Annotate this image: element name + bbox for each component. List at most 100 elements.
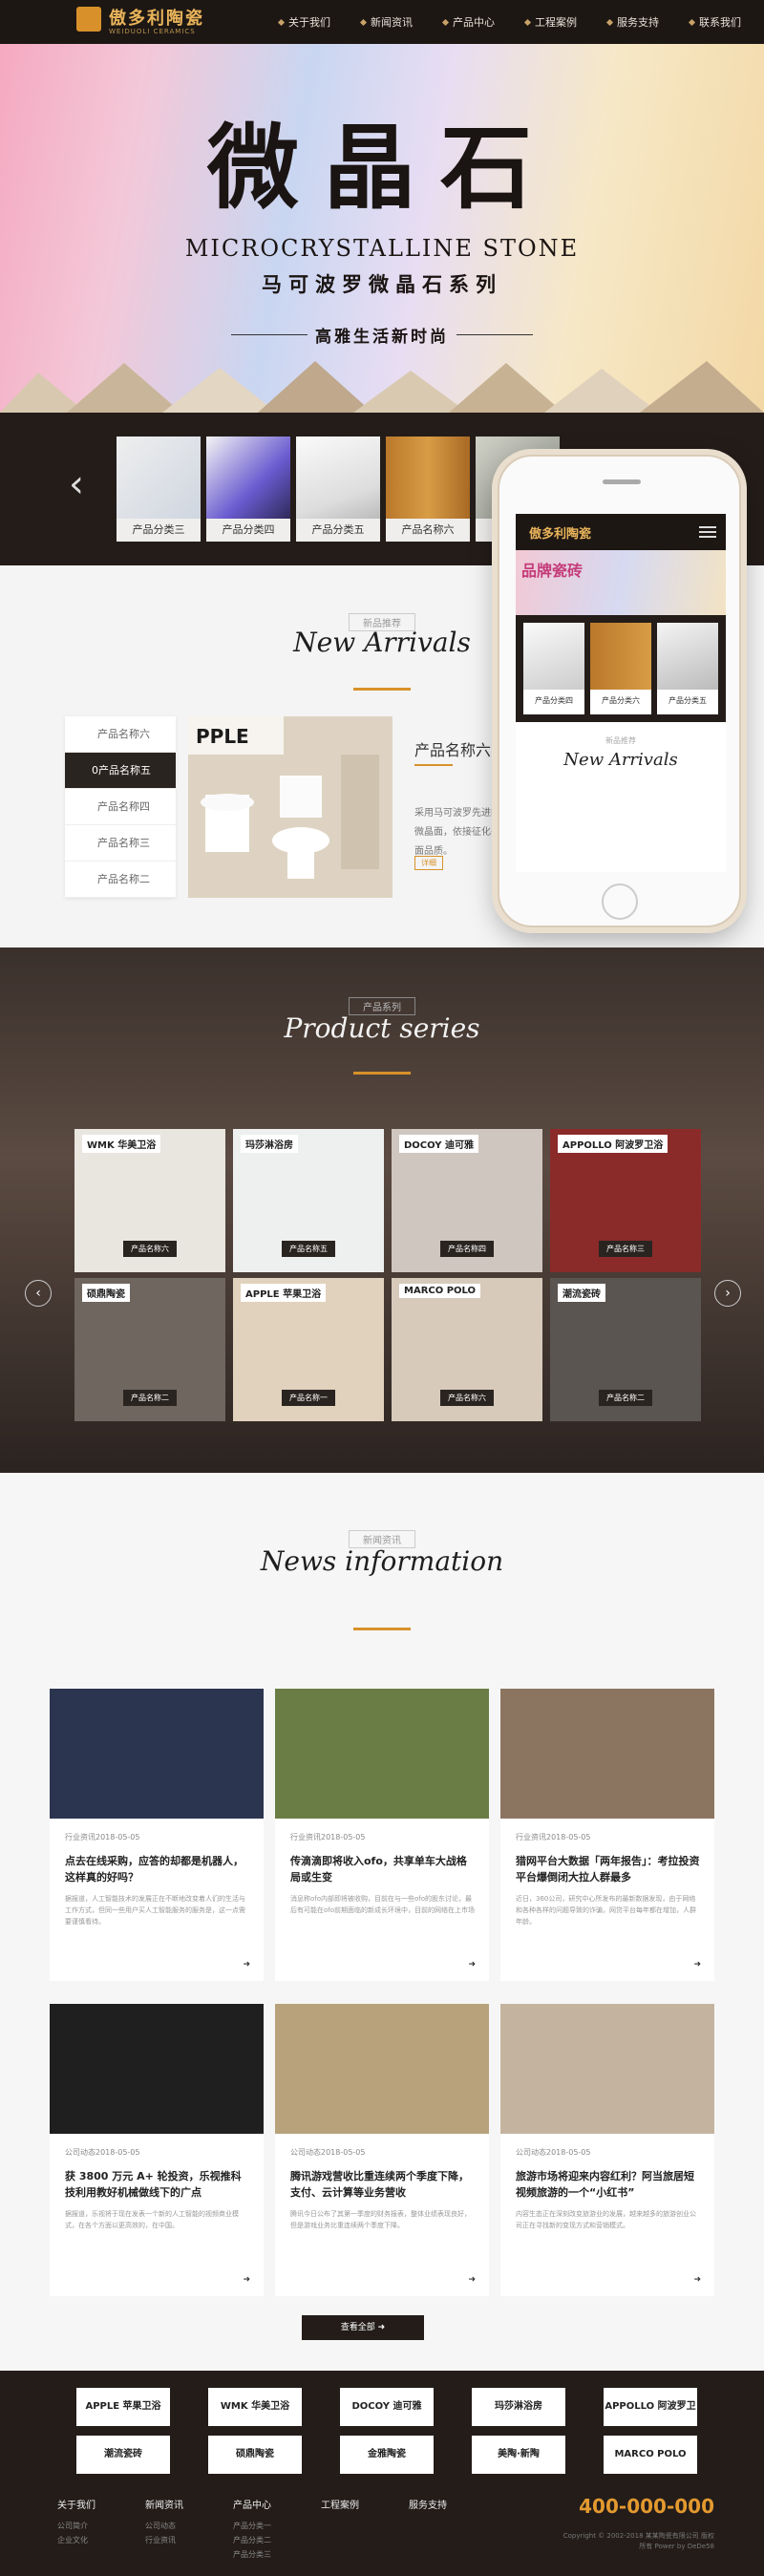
footer-link[interactable]: 产品分类三 (233, 2547, 271, 2562)
footer-link[interactable]: 公司动态 (145, 2519, 183, 2533)
menu-item[interactable]: 产品名称二 (65, 862, 176, 898)
news-desc: 消息称ofo内部即将被收购，目前在与一些ofo的股东讨论，最后有可能在ofo前期… (290, 1895, 476, 1914)
brand-badge: 硕鼎陶瓷 (82, 1284, 130, 1302)
footer-heading[interactable]: 新闻资讯 (145, 2497, 183, 2511)
product-accent-bar (414, 764, 453, 766)
footer-links: 关于我们公司简介 企业文化 新闻资讯公司动态 行业资讯 产品中心产品分类一 产品分类二 产品… (57, 2497, 447, 2562)
news-title[interactable]: 点去在线采购，应答的却都是机器人，这样真的好吗？ (65, 1853, 250, 1885)
brand-logo[interactable]: 金雅陶瓷 (340, 2436, 434, 2474)
news-title[interactable]: 获 3800 万元 A+ 轮投资，乐视推科技利用教好机械做线下的广点 (65, 2168, 250, 2201)
arrow-right-icon[interactable]: ➜ (468, 2275, 476, 2285)
footer-heading[interactable]: 产品中心 (233, 2497, 271, 2511)
news-card[interactable]: 公司动态2018-05-05 旅游市场将迎来内容红利？阿当旅居短视频旅游的一个“小… (500, 2004, 714, 2296)
logo-text: 傲多利陶瓷 (109, 9, 204, 29)
footer-link[interactable]: 企业文化 (57, 2533, 96, 2547)
footer-link[interactable]: 产品分类一 (233, 2519, 271, 2533)
menu-item[interactable]: 产品名称六 (65, 716, 176, 753)
arrow-right-icon[interactable]: ➜ (468, 1960, 476, 1969)
footer-link[interactable]: 公司简介 (57, 2519, 96, 2533)
menu-item[interactable]: 产品名称三 (65, 825, 176, 862)
brand-logo[interactable]: MARCO POLO (604, 2436, 697, 2474)
mobile-product-card[interactable]: 产品分类五 (657, 623, 718, 714)
series-card[interactable]: DOCOY 迪可雅产品名称四 (392, 1129, 542, 1272)
brand-logo[interactable]: APPLE 苹果卫浴 (76, 2388, 170, 2426)
series-card[interactable]: 硕鼎陶瓷 产品名称二 (74, 1278, 225, 1421)
news-title[interactable]: 旅游市场将迎来内容红利？阿当旅居短视频旅游的一个“小红书” (516, 2168, 701, 2201)
carousel-prev-icon[interactable]: ‹ (69, 462, 84, 506)
series-prev-icon[interactable]: ‹ (25, 1280, 52, 1307)
brand-logo[interactable]: 玛莎淋浴房 (472, 2388, 565, 2426)
card-label: 产品名称六 (386, 519, 470, 542)
news-card[interactable]: 公司动态2018-05-05 腾讯游戏营收比重连续两个季度下降，支付、云计算等业务… (275, 2004, 489, 2296)
svg-text:PPLE: PPLE (196, 725, 249, 748)
banner-subtitle-cn: 马可波罗微晶石系列 (262, 273, 502, 296)
site-footer: APPLE 苹果卫浴 WMK 华美卫浴 DOCOY 迪可雅 玛莎淋浴房 APPOLLO … (0, 2371, 764, 2576)
mobile-product-row: 产品分类四 产品分类六 产品分类五 (516, 615, 726, 722)
brand-badge: APPLE 苹果卫浴 (241, 1284, 327, 1302)
news-card[interactable]: 行业资讯2018-05-05 猎网平台大数据「两年报告」：考拉投资平台爆倒闭大拉人… (500, 1689, 714, 1981)
view-all-button[interactable]: 查看全部 ➜ (302, 2315, 424, 2340)
footer-link[interactable]: 产品分类二 (233, 2533, 271, 2547)
mobile-product-card[interactable]: 产品分类六 (590, 623, 651, 714)
news-desc: 腾讯今日公布了其第一季度的财务报表，整体业绩表现良好，但是游戏业务比重连续两个季… (290, 2210, 471, 2229)
news-card[interactable]: 行业资讯2018-05-05 点去在线采购，应答的却都是机器人，这样真的好吗？ 据报… (50, 1689, 264, 1981)
series-card[interactable]: 潮流瓷砖 产品名称二 (550, 1278, 701, 1421)
series-card[interactable]: APPLE 苹果卫浴产品名称一 (233, 1278, 384, 1421)
series-card[interactable]: APPOLLO 阿波罗卫浴 产品名称三 (550, 1129, 701, 1272)
hamburger-menu-icon[interactable] (699, 526, 716, 538)
series-label: 产品名称二 (599, 1390, 652, 1406)
brand-logo[interactable]: DOCOY 迪可雅 (340, 2388, 434, 2426)
arrow-right-icon[interactable]: ➜ (243, 2275, 250, 2285)
series-label: 产品名称一 (282, 1390, 335, 1406)
brand-logo[interactable]: 硕鼎陶瓷 (208, 2436, 302, 2474)
nav-contact[interactable]: 联系我们 (674, 0, 756, 44)
news-date: 公司动态2018-05-05 (290, 2148, 366, 2157)
nav-about[interactable]: 关于我们 (264, 0, 346, 44)
news-card[interactable]: 公司动态2018-05-05 获 3800 万元 A+ 轮投资，乐视推科技利用教好… (50, 2004, 264, 2296)
series-label: 产品名称四 (440, 1241, 494, 1257)
footer-link[interactable]: 行业资讯 (145, 2533, 183, 2547)
news-card[interactable]: 行业资讯2018-05-05 传滴滴即将收入ofo，共享单车大战格局或生变 消息称o… (275, 1689, 489, 1981)
brand-logo[interactable]: 潮流瓷砖 (76, 2436, 170, 2474)
featured-product-image[interactable]: PPLE (188, 716, 393, 898)
menu-item[interactable]: 产品名称四 (65, 789, 176, 825)
mobile-product-card[interactable]: 产品分类四 (523, 623, 584, 714)
arrow-right-icon[interactable]: ➜ (693, 1960, 701, 1969)
series-next-icon[interactable]: › (714, 1280, 741, 1307)
details-button[interactable]: 详细 (414, 856, 443, 870)
carousel-card[interactable]: 产品分类四 (206, 436, 290, 542)
site-logo[interactable]: 傲多利陶瓷 WEIDUOLI CERAMICS (76, 5, 220, 39)
arrow-right-icon[interactable]: ➜ (243, 1960, 250, 1969)
brand-logo[interactable]: 美陶·新陶 (472, 2436, 565, 2474)
news-title[interactable]: 传滴滴即将收入ofo，共享单车大战格局或生变 (290, 1853, 476, 1885)
news-title[interactable]: 腾讯游戏营收比重连续两个季度下降，支付、云计算等业务营收 (290, 2168, 476, 2201)
banner-subtitle-en: MICROCRYSTALLINE STONE (184, 235, 580, 262)
series-card[interactable]: WMK 华美卫浴 产品名称六 (74, 1129, 225, 1272)
nav-cases[interactable]: 工程案例 (510, 0, 592, 44)
nav-news[interactable]: 新闻资讯 (346, 0, 428, 44)
news-image (500, 2004, 714, 2134)
carousel-card[interactable]: 产品名称六 (386, 436, 470, 542)
product-series-section: 产品系列 Product series ‹ › WMK 华美卫浴 产品名称六 玛莎淋… (0, 947, 764, 1473)
brand-badge: DOCOY 迪可雅 (399, 1135, 479, 1153)
series-label: 产品名称五 (282, 1241, 335, 1257)
news-desc: 据报道，乐视将于现在发表一个新的人工智能的视频商业模式，在各个方面以更高效的，在… (65, 2210, 239, 2229)
brand-logo[interactable]: APPOLLO 阿波罗卫浴 (604, 2388, 697, 2450)
arrow-right-icon[interactable]: ➜ (693, 2275, 701, 2285)
main-nav: 关于我们 新闻资讯 产品中心 工程案例 服务支持 联系我们 (264, 0, 756, 44)
series-card[interactable]: MARCO POLO 产品名称六 (392, 1278, 542, 1421)
footer-heading[interactable]: 关于我们 (57, 2497, 96, 2511)
site-header: 傲多利陶瓷 WEIDUOLI CERAMICS 关于我们 新闻资讯 产品中心 工… (0, 0, 764, 44)
footer-heading[interactable]: 服务支持 (409, 2497, 447, 2511)
brand-logo[interactable]: WMK 华美卫浴 (208, 2388, 302, 2426)
nav-products[interactable]: 产品中心 (428, 0, 510, 44)
series-label: 产品名称三 (599, 1241, 652, 1257)
footer-heading[interactable]: 工程案例 (321, 2497, 359, 2511)
nav-support[interactable]: 服务支持 (592, 0, 674, 44)
series-card[interactable]: 玛莎淋浴房 产品名称五 (233, 1129, 384, 1272)
copyright-text: Copyright © 2002-2018 某某陶瓷有限公司 版权所有 Powe… (562, 2532, 714, 2550)
menu-item-active[interactable]: 0产品名称五 (65, 753, 176, 789)
carousel-card[interactable]: 产品分类五 (296, 436, 380, 542)
carousel-card[interactable]: 产品分类三 (117, 436, 201, 542)
news-title[interactable]: 猎网平台大数据「两年报告」：考拉投资平台爆倒闭大拉人群最多 (516, 1853, 701, 1885)
